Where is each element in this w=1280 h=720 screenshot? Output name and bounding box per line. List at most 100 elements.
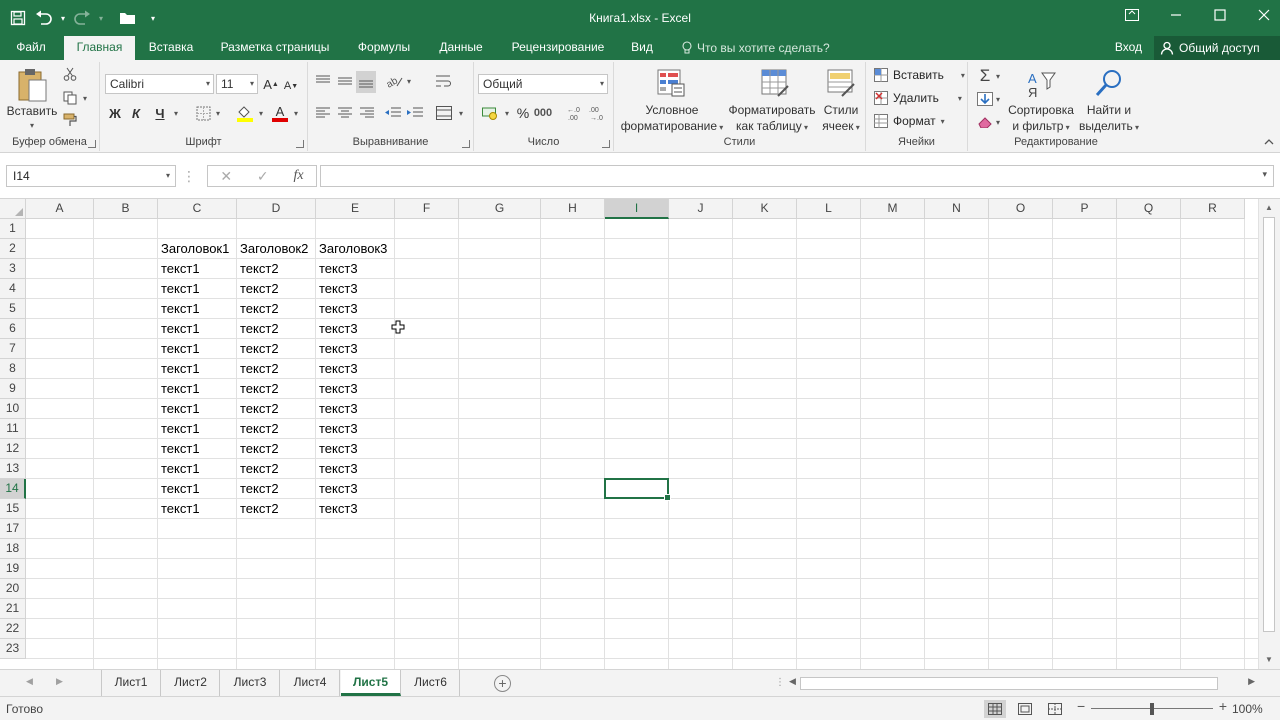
row-header-12[interactable]: 12: [0, 439, 26, 459]
maximize-icon[interactable]: [1204, 0, 1236, 30]
cut-icon[interactable]: [62, 66, 78, 82]
cell-d2[interactable]: Заголовок2: [237, 239, 308, 259]
cell-d3[interactable]: текст2: [237, 259, 279, 279]
cell-d11[interactable]: текст2: [237, 419, 279, 439]
tab-home[interactable]: Главная: [64, 36, 135, 60]
scroll-right-icon[interactable]: ▶: [1248, 676, 1255, 687]
row-header-14[interactable]: 14: [0, 479, 26, 499]
enter-icon[interactable]: ✓: [257, 168, 269, 185]
row-header-13[interactable]: 13: [0, 459, 26, 479]
column-header-d[interactable]: D: [237, 199, 316, 219]
column-header-q[interactable]: Q: [1117, 199, 1181, 219]
column-header-g[interactable]: G: [459, 199, 541, 219]
column-header-a[interactable]: A: [26, 199, 94, 219]
borders-icon[interactable]: [194, 104, 212, 122]
sheet-tab-2[interactable]: Лист2: [162, 670, 220, 696]
sheet-tab-4[interactable]: Лист4: [281, 670, 340, 696]
column-header-b[interactable]: B: [94, 199, 158, 219]
copy-dropdown-icon[interactable]: ▾: [80, 90, 90, 106]
cell-d7[interactable]: текст2: [237, 339, 279, 359]
horizontal-scrollbar[interactable]: ◀ ▶: [786, 675, 1258, 692]
cell-e15[interactable]: текст3: [316, 499, 358, 519]
fill-color-icon[interactable]: [235, 103, 255, 123]
format-painter-icon[interactable]: [62, 112, 78, 128]
row-header-2[interactable]: 2: [0, 239, 26, 259]
percent-style-button[interactable]: %: [515, 104, 531, 122]
cell-c12[interactable]: текст1: [158, 439, 200, 459]
cell-e8[interactable]: текст3: [316, 359, 358, 379]
paste-button[interactable]: Вставить: [4, 103, 60, 119]
tab-page-layout[interactable]: Разметка страницы: [212, 36, 338, 60]
number-format-combo[interactable]: Общий ▾: [478, 74, 608, 94]
increase-font-icon[interactable]: A ▲: [263, 75, 279, 93]
row-header-17[interactable]: 17: [0, 519, 26, 539]
active-cell-outline[interactable]: [604, 478, 671, 501]
row-header-11[interactable]: 11: [0, 419, 26, 439]
currency-dropdown-icon[interactable]: ▾: [502, 104, 512, 122]
conditional-formatting-button[interactable]: Условное форматирование ▾: [614, 102, 730, 136]
tab-view[interactable]: Вид: [624, 36, 660, 60]
copy-icon[interactable]: [62, 90, 78, 106]
row-header-6[interactable]: 6: [0, 319, 26, 339]
cells-area[interactable]: Заголовок1 Заголовок2 Заголовок3 текст1 текс…: [26, 219, 1258, 669]
borders-dropdown-icon[interactable]: ▾: [213, 104, 223, 122]
align-right-icon[interactable]: [358, 104, 376, 122]
clipboard-launcher-icon[interactable]: [88, 140, 96, 148]
fill-dropdown-icon[interactable]: ▾: [993, 90, 1003, 108]
autosum-dropdown-icon[interactable]: ▾: [993, 67, 1003, 85]
cell-styles-icon[interactable]: [824, 66, 858, 100]
add-sheet-icon[interactable]: +: [494, 675, 511, 692]
zoom-knob[interactable]: [1150, 703, 1154, 715]
column-header-n[interactable]: N: [925, 199, 989, 219]
cell-e7[interactable]: текст3: [316, 339, 358, 359]
scroll-up-icon[interactable]: ▲: [1265, 203, 1273, 212]
ribbon-display-options-icon[interactable]: [1116, 0, 1148, 30]
comma-style-icon[interactable]: 000: [533, 104, 553, 122]
row-header-15[interactable]: 15: [0, 499, 26, 519]
merge-center-icon[interactable]: [434, 104, 454, 122]
sheet-tab-6[interactable]: Лист6: [402, 670, 460, 696]
delete-cells-button[interactable]: Удалить ▾: [874, 91, 962, 105]
page-layout-view-icon[interactable]: [1014, 700, 1036, 718]
cell-c9[interactable]: текст1: [158, 379, 200, 399]
column-header-c[interactable]: C: [158, 199, 237, 219]
find-select-icon[interactable]: [1092, 66, 1126, 100]
tab-review[interactable]: Рецензирование: [503, 36, 613, 60]
insert-function-button[interactable]: fx: [293, 168, 303, 184]
expand-formula-bar-icon[interactable]: ▾: [1262, 169, 1267, 180]
number-launcher-icon[interactable]: [602, 140, 610, 148]
cell-e2[interactable]: Заголовок3: [316, 239, 387, 259]
tell-me-box[interactable]: Что вы хотите сделать?: [681, 36, 830, 60]
vertical-scrollbar[interactable]: ▲ ▼: [1258, 199, 1280, 669]
cell-e13[interactable]: текст3: [316, 459, 358, 479]
cell-c11[interactable]: текст1: [158, 419, 200, 439]
column-header-p[interactable]: P: [1053, 199, 1117, 219]
align-top-icon[interactable]: [314, 72, 332, 90]
scroll-left-icon[interactable]: ◀: [789, 676, 796, 687]
cell-e4[interactable]: текст3: [316, 279, 358, 299]
column-header-r[interactable]: R: [1181, 199, 1245, 219]
column-header-k[interactable]: K: [733, 199, 797, 219]
prev-sheet-icon[interactable]: ◀: [26, 676, 33, 687]
scroll-down-icon[interactable]: ▼: [1265, 655, 1273, 664]
cell-e11[interactable]: текст3: [316, 419, 358, 439]
tab-insert[interactable]: Вставка: [140, 36, 202, 60]
format-cells-button[interactable]: Формат ▾: [874, 114, 945, 128]
zoom-out-icon[interactable]: −: [1077, 698, 1085, 714]
underline-dropdown-icon[interactable]: ▾: [171, 104, 181, 122]
row-header-5[interactable]: 5: [0, 299, 26, 319]
cell-e9[interactable]: текст3: [316, 379, 358, 399]
cell-c14[interactable]: текст1: [158, 479, 200, 499]
formula-input[interactable]: ▾: [320, 165, 1274, 187]
cell-c15[interactable]: текст1: [158, 499, 200, 519]
zoom-level[interactable]: 100%: [1232, 702, 1263, 716]
row-header-22[interactable]: 22: [0, 619, 26, 639]
alignment-launcher-icon[interactable]: [462, 140, 470, 148]
font-color-icon[interactable]: A: [270, 103, 290, 123]
font-name-combo[interactable]: Calibri ▾: [105, 74, 214, 94]
next-sheet-icon[interactable]: ▶: [56, 676, 63, 687]
row-header-7[interactable]: 7: [0, 339, 26, 359]
close-icon[interactable]: [1248, 0, 1280, 30]
insert-cells-button[interactable]: Вставить ▾: [874, 68, 965, 82]
sign-in-link[interactable]: Вход: [1115, 36, 1142, 59]
